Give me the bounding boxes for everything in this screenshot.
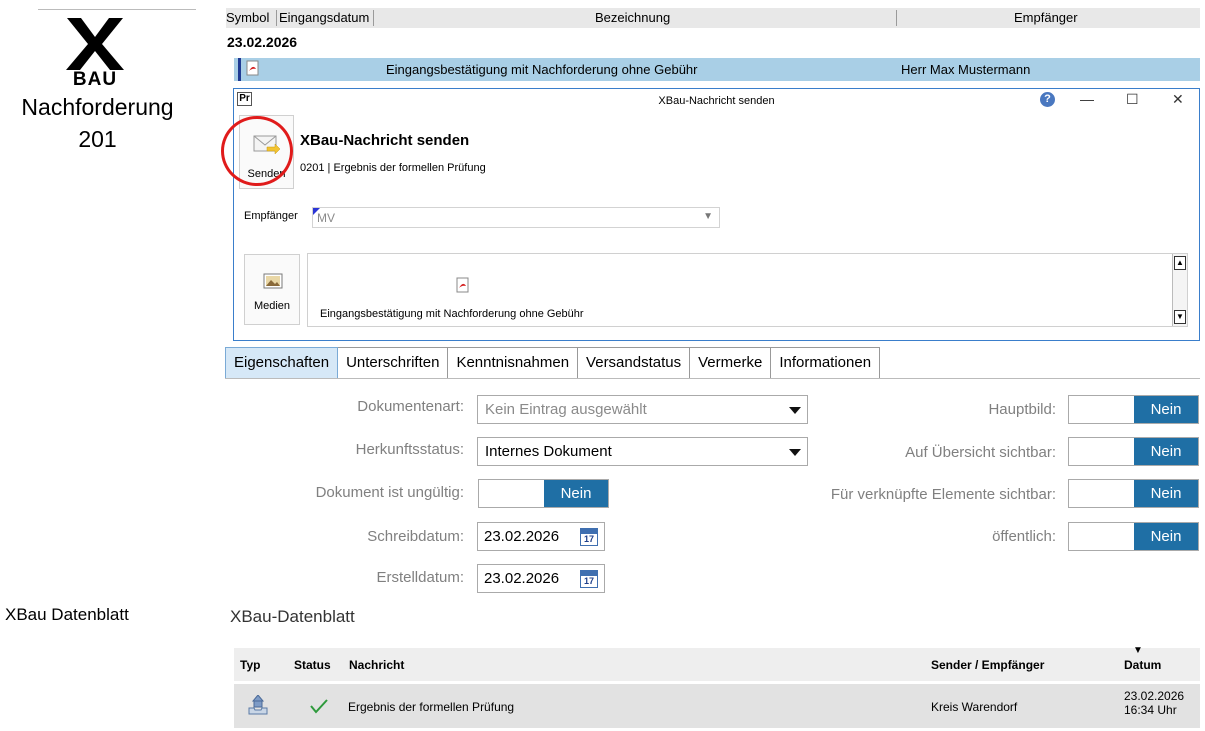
col-eingangsdatum[interactable]: Eingangsdatum [279, 10, 369, 25]
hauptbild-toggle[interactable]: Nein [1068, 395, 1199, 424]
highlight-circle [221, 116, 293, 186]
send-dialog: Pr XBau-Nachricht senden ? — ☐ ✕ Senden … [233, 88, 1200, 341]
scroll-up-icon[interactable]: ▲ [1174, 256, 1186, 270]
tab-eigenschaften[interactable]: Eigenschaften [225, 347, 339, 379]
col-nachricht[interactable]: Nachricht [349, 658, 404, 672]
media-list[interactable]: Eingangsbestätigung mit Nachforderung oh… [307, 253, 1188, 327]
doclist-header: Symbol Eingangsdatum Bezeichnung Empfäng… [226, 8, 1200, 28]
inbox-upload-icon [248, 695, 268, 715]
dialog-heading: XBau-Nachricht senden [300, 132, 470, 149]
scroll-down-icon[interactable]: ▼ [1174, 310, 1186, 324]
row-marker [238, 58, 241, 81]
toggle-state: Nein [1134, 480, 1198, 507]
close-button[interactable]: ✕ [1172, 91, 1184, 108]
ungueltig-toggle[interactable]: Nein [478, 479, 609, 508]
check-icon [310, 699, 328, 714]
image-icon [263, 273, 283, 289]
pdf-icon [456, 277, 469, 293]
col-separator[interactable] [373, 10, 374, 26]
tab-unterschriften[interactable]: Unterschriften [338, 347, 449, 379]
col-empfaenger[interactable]: Empfänger [1014, 10, 1078, 25]
verknuepft-label: Für verknüpfte Elemente sichtbar: [830, 486, 1056, 503]
row-sender: Kreis Warendorf [931, 700, 1018, 714]
oeffentlich-toggle[interactable]: Nein [1068, 522, 1199, 551]
minimize-button[interactable]: — [1080, 91, 1094, 107]
media-button-label: Medien [253, 300, 291, 312]
tab-informationen[interactable]: Informationen [771, 347, 881, 379]
herkunftsstatus-select[interactable]: Internes Dokument [477, 437, 808, 466]
col-separator[interactable] [276, 10, 277, 26]
toggle-state: Nein [1134, 396, 1198, 423]
schreibdatum-field[interactable]: 23.02.2026 17 [477, 522, 605, 551]
row-time: 16:34 Uhr [1124, 703, 1177, 717]
toggle-state: Nein [1134, 438, 1198, 465]
media-button[interactable]: Medien [244, 254, 300, 325]
media-caption: Eingangsbestätigung mit Nachforderung oh… [320, 308, 584, 320]
help-icon[interactable]: ? [1040, 92, 1055, 107]
property-tabs: Eigenschaften Unterschriften Kenntnisnah… [225, 347, 881, 379]
row-bezeichnung: Eingangsbestätigung mit Nachforderung oh… [386, 62, 698, 77]
oeffentlich-label: öffentlich: [992, 528, 1056, 545]
dokumentenart-label: Dokumentenart: [357, 398, 464, 415]
brand-number: 201 [78, 126, 117, 152]
col-sender-empfaenger[interactable]: Sender / Empfänger [931, 658, 1044, 672]
calendar-icon[interactable]: 17 [580, 528, 598, 546]
ungueltig-label: Dokument ist ungültig: [315, 484, 464, 501]
col-symbol[interactable]: Symbol [226, 10, 269, 25]
dialog-subheading: 0201 | Ergebnis der formellen Prüfung [300, 162, 486, 174]
uebersicht-label: Auf Übersicht sichtbar: [905, 444, 1056, 461]
col-status[interactable]: Status [294, 658, 331, 672]
erstelldatum-label: Erstelldatum: [376, 569, 464, 586]
chevron-down-icon[interactable]: ▼ [703, 211, 713, 222]
row-date: 23.02.2026 [1124, 689, 1185, 703]
toggle-state: Nein [1134, 523, 1198, 550]
row-nachricht: Ergebnis der formellen Prüfung [348, 700, 515, 714]
datenblatt-header: Typ Status Nachricht Sender / Empfänger … [234, 645, 1200, 681]
recipient-select[interactable]: MV ▼ [312, 207, 720, 228]
tab-vermerke[interactable]: Vermerke [690, 347, 772, 379]
calendar-icon[interactable]: 17 [580, 570, 598, 588]
tab-kenntnisnahmen[interactable]: Kenntnisnahmen [448, 347, 579, 379]
dokumentenart-select[interactable]: Kein Eintrag ausgewählt [477, 395, 808, 424]
recipient-value: MV [317, 211, 335, 225]
erstelldatum-field[interactable]: 23.02.2026 17 [477, 564, 605, 593]
table-row[interactable]: Ergebnis der formellen Prüfung Kreis War… [234, 684, 1200, 728]
col-datum[interactable]: Datum [1124, 658, 1161, 672]
tab-divider [225, 378, 1200, 379]
col-typ[interactable]: Typ [240, 658, 260, 672]
brand-title: Nachforderung [21, 94, 174, 120]
recipient-label: Empfänger [244, 210, 298, 222]
schreibdatum-value: 23.02.2026 [484, 528, 560, 545]
uebersicht-toggle[interactable]: Nein [1068, 437, 1199, 466]
side-datenblatt-label: XBau Datenblatt [5, 605, 129, 624]
datenblatt-title: XBau-Datenblatt [230, 607, 355, 626]
schreibdatum-label: Schreibdatum: [367, 528, 464, 545]
tab-versandstatus[interactable]: Versandstatus [578, 347, 691, 379]
erstelldatum-value: 23.02.2026 [484, 570, 560, 587]
document-row[interactable]: Eingangsbestätigung mit Nachforderung oh… [234, 58, 1200, 81]
herkunftsstatus-label: Herkunftsstatus: [355, 441, 464, 458]
verknuepft-toggle[interactable]: Nein [1068, 479, 1199, 508]
row-empfaenger: Herr Max Mustermann [901, 62, 1031, 77]
dokumentenart-value: Kein Eintrag ausgewählt [485, 401, 647, 418]
toggle-state: Nein [544, 480, 608, 507]
top-divider [38, 9, 196, 10]
hauptbild-label: Hauptbild: [988, 401, 1056, 418]
sort-desc-icon[interactable]: ▼ [1133, 645, 1143, 656]
col-separator[interactable] [896, 10, 897, 26]
herkunftsstatus-value: Internes Dokument [485, 443, 612, 460]
pdf-icon [246, 60, 259, 76]
date-group-header: 23.02.2026 [227, 34, 298, 50]
col-bezeichnung[interactable]: Bezeichnung [595, 10, 670, 25]
xbau-x-logo [66, 18, 124, 70]
maximize-button[interactable]: ☐ [1126, 91, 1139, 108]
media-scrollbar[interactable]: ▲ ▼ [1172, 254, 1187, 326]
brand-sub: BAU [72, 69, 118, 90]
